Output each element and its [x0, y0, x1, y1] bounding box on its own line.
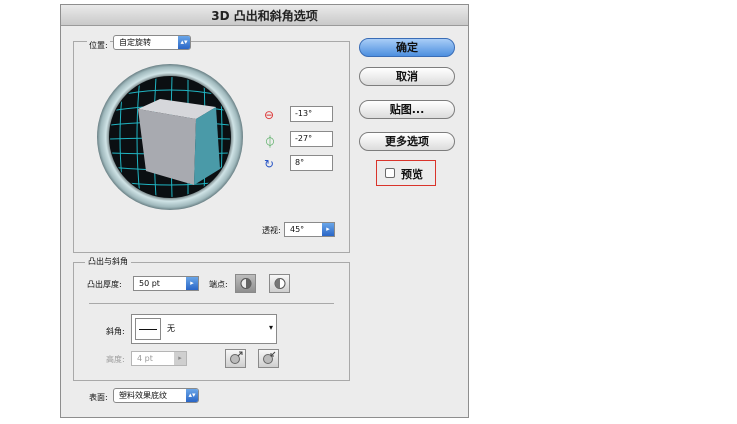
cap-label: 端点: [209, 280, 228, 289]
chevron-down-icon: ▾ [268, 323, 273, 332]
perspective-select[interactable]: 45° ▸ [284, 222, 335, 237]
perspective-value: 45° [290, 225, 305, 234]
trackball-graphic [97, 64, 243, 210]
chevron-right-icon: ▸ [174, 352, 186, 365]
rotate-z-icon: ↻ [264, 157, 275, 171]
more-options-button[interactable]: 更多选项 [359, 132, 455, 151]
bevel-height-select[interactable]: 4 pt ▸ [131, 351, 187, 366]
chevron-updown-icon: ▴▾ [178, 36, 190, 49]
cap-on-icon [240, 278, 252, 289]
surface-select[interactable]: 塑料效果底纹 ▴▾ [113, 388, 199, 403]
extrude-depth-label: 凸出厚度: [87, 280, 122, 289]
divider [89, 303, 334, 304]
title-bar: 3D 凸出和斜角选项 [61, 5, 468, 26]
rotate-x-field[interactable]: -13° [290, 106, 333, 122]
position-select[interactable]: 自定旋转 ▴▾ [113, 35, 191, 50]
surface-label: 表面: [89, 393, 108, 402]
cap-off-button[interactable] [269, 274, 290, 293]
preview-checkbox[interactable] [385, 168, 395, 178]
chevron-right-icon: ▸ [322, 223, 334, 236]
cancel-button[interactable]: 取消 [359, 67, 455, 86]
bevel-height-label: 高度: [106, 355, 125, 364]
rotate-y-icon: ⏀ [264, 135, 277, 149]
position-select-value: 自定旋转 [119, 38, 151, 47]
bevel-in-button[interactable] [258, 349, 279, 368]
bevel-out-button[interactable] [225, 349, 246, 368]
rotation-trackball[interactable] [96, 63, 244, 211]
3d-extrude-bevel-dialog: 3D 凸出和斜角选项 位置: 自定旋转 ▴▾ ⊖ -13° ⏀ -27° ↻ 8… [60, 4, 469, 418]
rotate-z-field[interactable]: 8° [290, 155, 333, 171]
preview-highlight: 预览 [376, 160, 436, 186]
extrude-depth-select[interactable]: 50 pt ▸ [133, 276, 199, 291]
chevron-updown-icon: ▴▾ [186, 389, 198, 402]
map-button[interactable]: 贴图... [359, 100, 455, 119]
surface-value: 塑料效果底纹 [119, 391, 167, 400]
bevel-in-icon [263, 351, 276, 364]
bevel-label: 斜角: [106, 327, 125, 336]
rotate-y-field[interactable]: -27° [290, 131, 333, 147]
preview-label: 预览 [401, 168, 423, 181]
bevel-select[interactable]: 无 ▾ [131, 314, 277, 344]
rotate-x-icon: ⊖ [264, 108, 275, 122]
dialog-title: 3D 凸出和斜角选项 [211, 9, 318, 23]
chevron-right-icon: ▸ [186, 277, 198, 290]
ok-button[interactable]: 确定 [359, 38, 455, 57]
bevel-value: 无 [167, 324, 175, 333]
perspective-label: 透视: [262, 226, 281, 235]
extrude-section-title: 凸出与斜角 [85, 256, 131, 267]
cap-on-button[interactable] [235, 274, 256, 293]
bevel-preview-icon [135, 318, 161, 340]
cap-off-icon [274, 278, 286, 289]
bevel-out-icon [230, 351, 243, 364]
bevel-height-value: 4 pt [137, 354, 153, 363]
extrude-depth-value: 50 pt [139, 279, 160, 288]
position-label: 位置: [87, 40, 110, 51]
